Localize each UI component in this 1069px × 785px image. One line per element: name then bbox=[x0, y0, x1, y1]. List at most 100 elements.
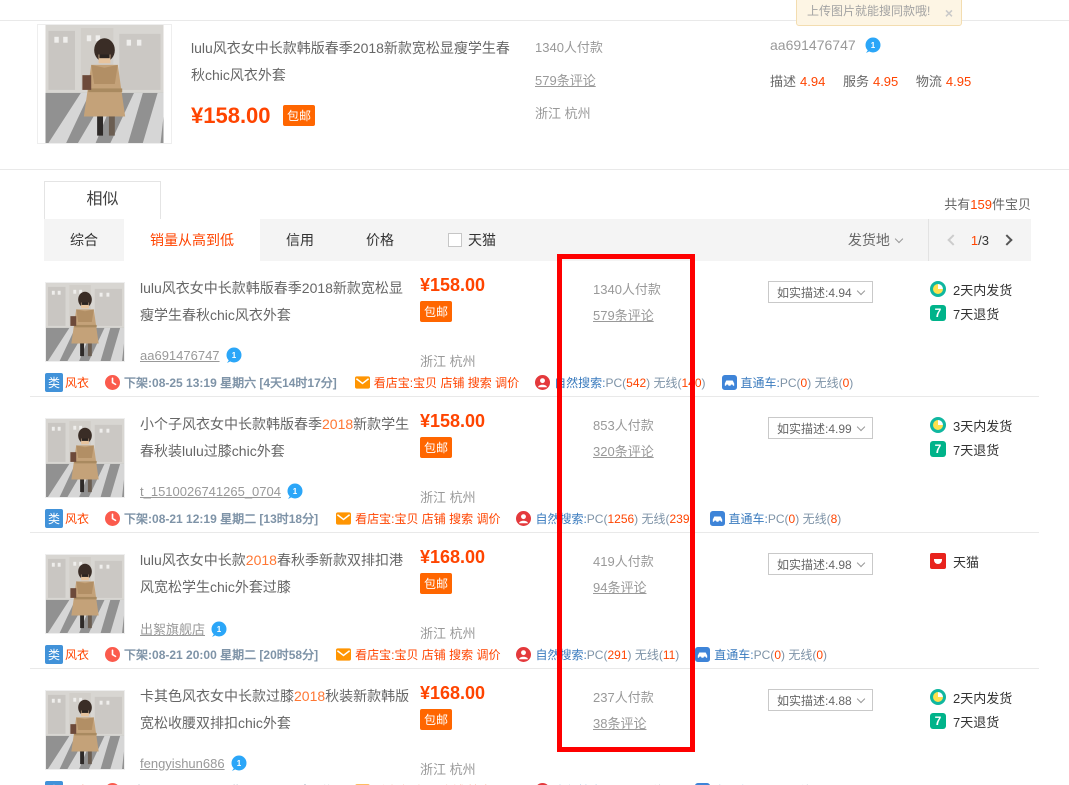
free-shipping-badge: 包邮 bbox=[420, 709, 452, 730]
offshelf-countdown: 下架:08-21 20:00 星期二 [20时58分] bbox=[124, 646, 318, 663]
product-price: ¥158.00 bbox=[420, 411, 485, 432]
rating-value: 4.95 bbox=[873, 74, 898, 89]
tmall-checkbox[interactable] bbox=[448, 233, 462, 247]
sort-composite[interactable]: 综合 bbox=[44, 219, 124, 261]
category-name[interactable]: 风衣 bbox=[65, 374, 89, 391]
desc-rating-dropdown[interactable]: 如实描述:4.94 bbox=[768, 281, 873, 303]
chevron-down-icon bbox=[856, 286, 864, 294]
sort-sales-desc[interactable]: 销量从高到低 bbox=[124, 219, 260, 261]
person-icon bbox=[516, 647, 531, 662]
service-badge-text: 7天退货 bbox=[953, 440, 999, 459]
product-title-link[interactable]: 卡其色风衣女中长款过膝2018秋装新款韩版宽松收腰双排扣chic外套 bbox=[140, 683, 412, 737]
product-location: 浙江 杭州 bbox=[420, 351, 476, 370]
tab-similar[interactable]: 相似 bbox=[44, 181, 161, 219]
category-name[interactable]: 风衣 bbox=[65, 782, 89, 785]
shop-tool-links[interactable]: 看店宝:宝贝 店铺 搜索 调价 bbox=[374, 782, 519, 785]
rating-label: 物流 bbox=[916, 74, 942, 89]
trench-coat-photo bbox=[46, 419, 124, 497]
clock-icon bbox=[105, 647, 120, 662]
sort-filter-bar: 综合 销量从高到低 信用 价格 天猫 发货地 1/3 bbox=[44, 219, 1031, 261]
summary-product-image[interactable] bbox=[37, 24, 172, 144]
summary-title: lulu风衣女中长款韩版春季2018新款宽松显瘦学生春秋chic风衣外套 bbox=[191, 35, 521, 89]
product-image[interactable] bbox=[45, 282, 125, 362]
rating-value: 4.94 bbox=[800, 74, 825, 89]
shop-tool-links[interactable]: 看店宝:宝贝 店铺 搜索 调价 bbox=[355, 510, 500, 527]
seller-ratings: 描述4.94 服务4.95 物流4.95 bbox=[770, 71, 985, 90]
service-badges: 2天内发货 7天退货 bbox=[930, 685, 1012, 733]
seller-credit-icon bbox=[865, 37, 881, 53]
organic-search-stats: 自然搜索:PC(0) 无线(0) bbox=[554, 782, 679, 785]
summary-payments: 1340人付款 bbox=[535, 37, 603, 56]
seller-link[interactable]: t_1510026741265_0704 bbox=[140, 484, 281, 499]
trench-coat-photo bbox=[46, 691, 124, 769]
ztc-stats: 直通车:PC(0) 无线(0) bbox=[714, 782, 827, 785]
seller-link[interactable]: aa691476747 bbox=[140, 348, 220, 363]
offshelf-countdown: 下架:08-25 13:19 星期六 [4天14时17分] bbox=[124, 374, 337, 391]
car-icon bbox=[722, 375, 737, 390]
reviews-link[interactable]: 94条评论 bbox=[593, 580, 646, 595]
car-icon bbox=[710, 511, 725, 526]
chevron-down-icon bbox=[856, 422, 864, 430]
chevron-down-icon bbox=[856, 558, 864, 566]
seller-link[interactable]: fengyishun686 bbox=[140, 756, 225, 771]
category-name[interactable]: 风衣 bbox=[65, 510, 89, 527]
trench-coat-photo bbox=[46, 555, 124, 633]
clock-icon bbox=[105, 511, 120, 526]
product-row: 小个子风衣女中长款韩版春季2018新款学生春秋装lulu过膝chic外套 t_1… bbox=[0, 397, 1069, 533]
shop-tool-links[interactable]: 看店宝:宝贝 店铺 搜索 调价 bbox=[355, 646, 500, 663]
row-footer: 类 风衣 下架:08-29 15:40 星期三 [8天16时38分] 看店宝:宝… bbox=[45, 779, 843, 785]
free-shipping-badge: 包邮 bbox=[420, 573, 452, 594]
service-badge-text: 7天退货 bbox=[953, 712, 999, 731]
desc-rating-dropdown[interactable]: 如实描述:4.99 bbox=[768, 417, 873, 439]
clock-icon bbox=[930, 281, 946, 297]
summary-seller-link[interactable]: aa691476747 bbox=[770, 37, 856, 53]
next-page-icon[interactable] bbox=[1001, 234, 1012, 245]
service-badges: 天猫 bbox=[930, 549, 979, 573]
category-badge: 类 bbox=[45, 373, 63, 392]
car-icon bbox=[695, 647, 710, 662]
organic-search-stats: 自然搜索:PC(291) 无线(11) bbox=[535, 646, 679, 663]
chevron-down-icon bbox=[895, 234, 903, 242]
shop-tool-links[interactable]: 看店宝:宝贝 店铺 搜索 调价 bbox=[374, 374, 519, 391]
trench-coat-photo bbox=[46, 283, 124, 361]
clock-icon bbox=[105, 375, 120, 390]
desc-rating-dropdown[interactable]: 如实描述:4.88 bbox=[768, 689, 873, 711]
trench-coat-photo bbox=[38, 25, 171, 143]
sort-credit[interactable]: 信用 bbox=[260, 219, 340, 261]
service-badge-text: 2天内发货 bbox=[953, 688, 1012, 707]
product-location: 浙江 杭州 bbox=[420, 487, 476, 506]
service-badge-text: 2天内发货 bbox=[953, 280, 1012, 299]
product-title-link[interactable]: 小个子风衣女中长款韩版春季2018新款学生春秋装lulu过膝chic外套 bbox=[140, 411, 412, 465]
seller-link[interactable]: 出絮旗舰店 bbox=[140, 619, 205, 638]
product-title-link[interactable]: lulu风衣女中长款韩版春季2018新款宽松显瘦学生春秋chic风衣外套 bbox=[140, 275, 412, 329]
reviews-link[interactable]: 320条评论 bbox=[593, 444, 654, 459]
desc-rating-dropdown[interactable]: 如实描述:4.98 bbox=[768, 553, 873, 575]
product-row: lulu风衣女中长款2018春秋季新款双排扣港风宽松学生chic外套过膝 出絮旗… bbox=[0, 533, 1069, 669]
row-footer: 类 风衣 下架:08-21 12:19 星期二 [13时18分] 看店宝:宝贝 … bbox=[45, 507, 857, 529]
product-image[interactable] bbox=[45, 690, 125, 770]
keyword-highlight: 2018 bbox=[322, 416, 353, 432]
payments-count: 1340人付款 bbox=[593, 279, 661, 298]
category-name[interactable]: 风衣 bbox=[65, 646, 89, 663]
close-icon[interactable]: × bbox=[945, 7, 953, 19]
summary-location: 浙江 杭州 bbox=[535, 103, 603, 122]
product-title-link[interactable]: lulu风衣女中长款2018春秋季新款双排扣港风宽松学生chic外套过膝 bbox=[140, 547, 412, 601]
sort-price[interactable]: 价格 bbox=[340, 219, 420, 261]
person-icon bbox=[516, 511, 531, 526]
seller-credit-icon bbox=[231, 755, 247, 771]
service-badge-text: 天猫 bbox=[953, 552, 979, 571]
product-price: ¥168.00 bbox=[420, 683, 485, 704]
prev-page-icon[interactable] bbox=[947, 234, 958, 245]
seven-icon bbox=[930, 441, 946, 457]
product-image[interactable] bbox=[45, 554, 125, 634]
reviews-link[interactable]: 38条评论 bbox=[593, 716, 646, 731]
tmall-filter[interactable]: 天猫 bbox=[420, 219, 506, 261]
summary-reviews-link[interactable]: 579条评论 bbox=[535, 73, 596, 88]
chevron-down-icon bbox=[856, 694, 864, 702]
reviews-link[interactable]: 579条评论 bbox=[593, 308, 654, 323]
row-footer: 类 风衣 下架:08-21 20:00 星期二 [20时58分] 看店宝:宝贝 … bbox=[45, 643, 843, 665]
offshelf-countdown: 下架:08-21 12:19 星期二 [13时18分] bbox=[124, 510, 318, 527]
product-image[interactable] bbox=[45, 418, 125, 498]
ship-from-dropdown[interactable]: 发货地 bbox=[822, 219, 928, 261]
seller-credit-icon bbox=[226, 347, 242, 363]
